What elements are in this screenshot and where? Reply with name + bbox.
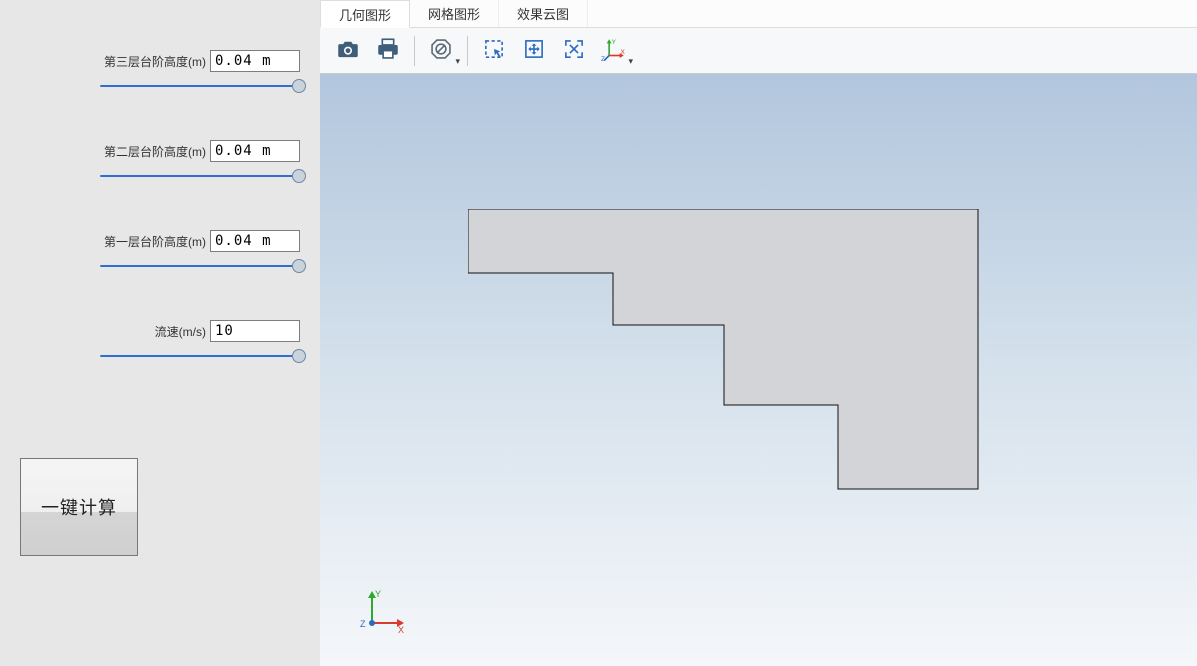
axis-triad: Y X Z [358, 583, 408, 636]
step3-height-input[interactable] [210, 50, 300, 72]
axis-icon: Y X Z [601, 36, 627, 65]
pan-button[interactable] [514, 33, 554, 69]
axis-label-z: Z [360, 619, 366, 629]
tab-bar: 几何图形 网格图形 效果云图 [320, 0, 1197, 28]
param-label: 流速(m/s) [155, 323, 206, 340]
pan-icon [521, 36, 547, 65]
geometry-shape [468, 209, 998, 512]
step2-height-slider[interactable] [100, 166, 300, 186]
svg-text:X: X [621, 49, 626, 56]
velocity-input[interactable] [210, 320, 300, 342]
select-rect-button[interactable] [474, 33, 514, 69]
sidebar: 第三层台阶高度(m) 第二层台阶高度(m) 第一层台阶高度(m) [0, 0, 320, 666]
param-label: 第二层台阶高度(m) [104, 143, 206, 160]
tab-contour[interactable]: 效果云图 [499, 0, 588, 27]
param-label: 第三层台阶高度(m) [104, 53, 206, 70]
param-block-step2: 第二层台阶高度(m) [20, 140, 300, 186]
dropdown-caret-icon: ▾ [628, 56, 633, 67]
step2-height-input[interactable] [210, 140, 300, 162]
camera-icon [335, 36, 361, 65]
snapshot-button[interactable] [328, 33, 368, 69]
toolbar: ▾ [320, 28, 1197, 74]
step3-height-slider[interactable] [100, 76, 300, 96]
dropdown-caret-icon: ▾ [455, 56, 460, 67]
param-block-velocity: 流速(m/s) [20, 320, 300, 366]
print-icon [375, 36, 401, 65]
calculate-button[interactable]: 一键计算 [20, 458, 138, 556]
toolbar-separator [414, 36, 415, 66]
step1-height-input[interactable] [210, 230, 300, 252]
svg-text:Y: Y [612, 39, 617, 46]
svg-text:Z: Z [601, 56, 605, 62]
select-rect-icon [481, 36, 507, 65]
axis-label-y: Y [375, 589, 381, 599]
toolbar-separator [467, 36, 468, 66]
fit-view-button[interactable] [554, 33, 594, 69]
param-label: 第一层台阶高度(m) [104, 233, 206, 250]
velocity-slider[interactable] [100, 346, 300, 366]
tab-mesh[interactable]: 网格图形 [410, 0, 499, 27]
axis-label-x: X [398, 625, 404, 633]
axis-orientation-button[interactable]: Y X Z ▾ [594, 33, 634, 69]
fit-icon [561, 36, 587, 65]
deny-button[interactable]: ▾ [421, 33, 461, 69]
main-panel: 几何图形 网格图形 效果云图 ▾ [320, 0, 1197, 666]
print-button[interactable] [368, 33, 408, 69]
viewport-canvas[interactable]: Y X Z [320, 74, 1197, 666]
param-block-step1: 第一层台阶高度(m) [20, 230, 300, 276]
deny-icon [428, 36, 454, 65]
param-block-step3: 第三层台阶高度(m) [20, 50, 300, 96]
tab-geometry[interactable]: 几何图形 [320, 0, 410, 28]
step1-height-slider[interactable] [100, 256, 300, 276]
